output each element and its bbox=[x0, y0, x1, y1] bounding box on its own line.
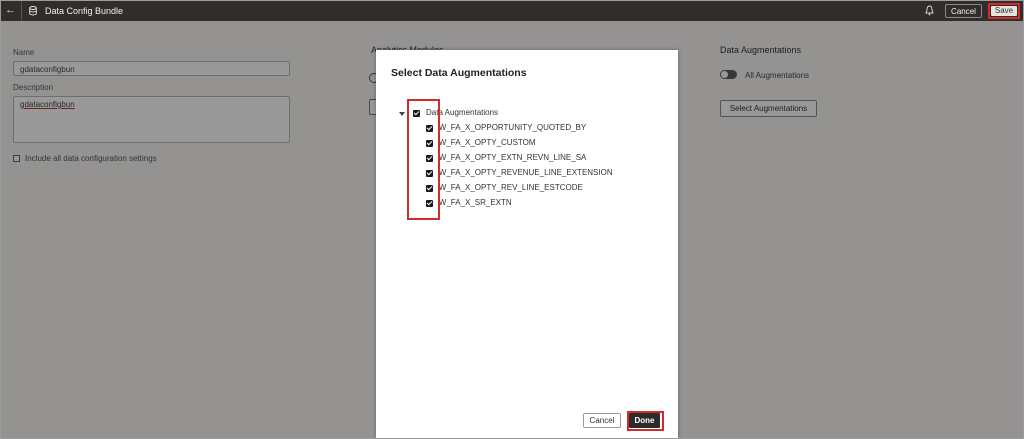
collapse-caret-icon[interactable] bbox=[399, 112, 405, 116]
save-button-highlight: Save bbox=[988, 3, 1020, 19]
augmentation-item: DW_FA_X_OPTY_REVENUE_LINE_EXTENSION bbox=[433, 168, 613, 177]
app-window: ← Data Config Bundle Cancel Save Name gd… bbox=[0, 0, 1024, 439]
augmentation-item: DW_FA_X_SR_EXTN bbox=[433, 198, 512, 207]
database-icon bbox=[29, 6, 37, 16]
augmentation-item: DW_FA_X_OPTY_CUSTOM bbox=[433, 138, 536, 147]
back-arrow-icon[interactable]: ← bbox=[5, 4, 17, 17]
page-title: Data Config Bundle bbox=[45, 6, 124, 16]
divider bbox=[21, 1, 22, 21]
augmentation-item: DW_FA_X_OPPORTUNITY_QUOTED_BY bbox=[433, 123, 587, 132]
cancel-button[interactable]: Cancel bbox=[945, 4, 982, 18]
top-bar: ← Data Config Bundle Cancel Save bbox=[1, 1, 1023, 21]
checkbox-highlight bbox=[407, 99, 440, 220]
bell-icon[interactable] bbox=[925, 5, 934, 16]
save-button[interactable]: Save bbox=[991, 6, 1017, 16]
done-button[interactable]: Done bbox=[629, 413, 660, 428]
augmentation-item: DW_FA_X_OPTY_EXTN_REVN_LINE_SA bbox=[433, 153, 587, 162]
dialog-title: Select Data Augmentations bbox=[391, 67, 527, 79]
dialog-cancel-button[interactable]: Cancel bbox=[583, 413, 621, 428]
augmentation-item: DW_FA_X_OPTY_REV_LINE_ESTCODE bbox=[433, 183, 583, 192]
